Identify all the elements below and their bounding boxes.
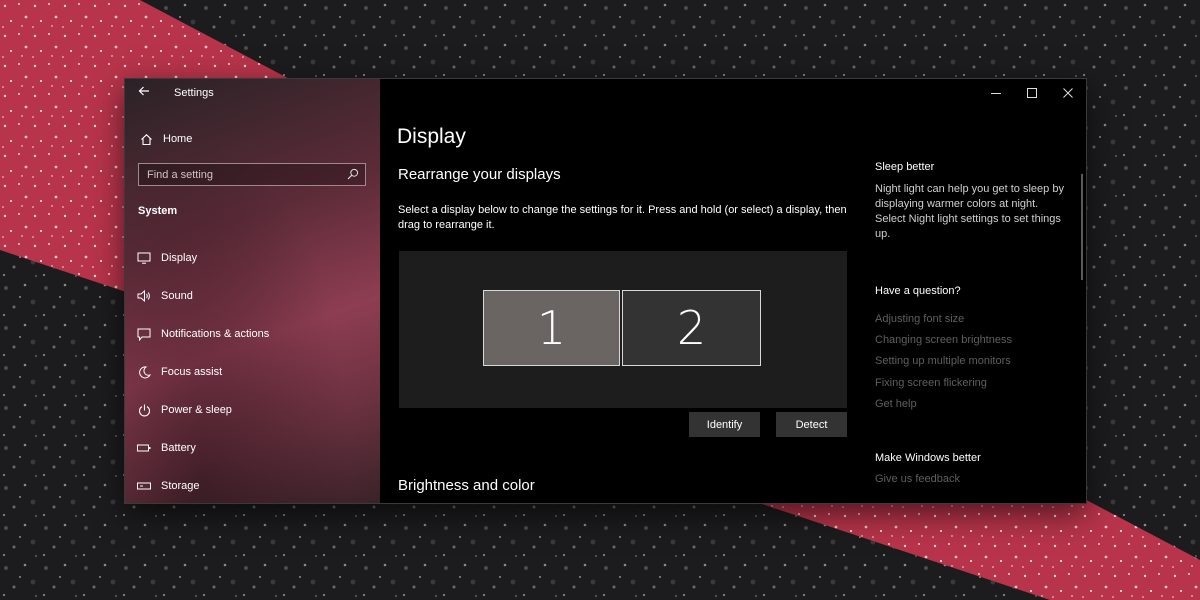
sidebar-item-display[interactable]: Display bbox=[137, 249, 197, 267]
sidebar-item-power-sleep[interactable]: Power & sleep bbox=[137, 401, 232, 419]
detect-button[interactable]: Detect bbox=[776, 412, 847, 437]
rearrange-instructions: Select a display below to change the set… bbox=[398, 204, 847, 231]
sidebar-item-label: Power & sleep bbox=[161, 404, 232, 416]
home-icon bbox=[139, 132, 153, 146]
sidebar-item-label: Notifications & actions bbox=[161, 328, 270, 340]
help-link-font-size[interactable]: Adjusting font size bbox=[875, 313, 964, 325]
sidebar-item-label: Home bbox=[163, 133, 193, 145]
page-title: Display bbox=[397, 125, 466, 148]
sleep-better-title: Sleep better bbox=[875, 161, 935, 173]
sidebar-item-battery[interactable]: Battery bbox=[137, 439, 196, 457]
power-icon bbox=[137, 403, 151, 417]
sidebar-item-sound[interactable]: Sound bbox=[137, 287, 193, 305]
help-link-brightness[interactable]: Changing screen brightness bbox=[875, 334, 1012, 346]
make-windows-better-title: Make Windows better bbox=[875, 452, 981, 464]
sidebar-item-label: Storage bbox=[161, 480, 200, 492]
storage-icon bbox=[137, 479, 151, 493]
search-icon bbox=[347, 168, 359, 180]
feedback-link[interactable]: Give us feedback bbox=[875, 473, 960, 485]
moon-icon bbox=[137, 365, 151, 379]
battery-icon bbox=[137, 441, 151, 455]
search-input[interactable] bbox=[139, 164, 347, 185]
titlebar: Settings bbox=[125, 79, 380, 107]
display-1-tile[interactable]: 1 bbox=[483, 290, 620, 366]
back-button[interactable] bbox=[135, 84, 153, 102]
get-help-link[interactable]: Get help bbox=[875, 398, 917, 410]
back-arrow-icon bbox=[138, 86, 149, 96]
help-link-flickering[interactable]: Fixing screen flickering bbox=[875, 377, 987, 389]
sidebar-item-home[interactable]: Home bbox=[139, 130, 192, 148]
help-link-multiple-monitors[interactable]: Setting up multiple monitors bbox=[875, 355, 1011, 367]
section-title: System bbox=[138, 205, 178, 217]
display-2-tile[interactable]: 2 bbox=[622, 290, 761, 366]
notification-icon bbox=[137, 327, 151, 341]
sleep-better-text: Night light can help you get to sleep by… bbox=[875, 183, 1064, 240]
app-title: Settings bbox=[174, 87, 214, 99]
sidebar-item-notifications[interactable]: Notifications & actions bbox=[137, 325, 269, 343]
speaker-icon bbox=[137, 289, 151, 303]
monitor-icon bbox=[137, 251, 151, 265]
search-box[interactable] bbox=[138, 163, 366, 186]
brightness-heading: Brightness and color bbox=[398, 477, 535, 494]
sidebar: Settings Home System Display bbox=[125, 79, 380, 503]
settings-window: Settings Home System Display bbox=[125, 79, 1086, 503]
scrollbar[interactable] bbox=[1081, 174, 1083, 280]
sidebar-item-storage[interactable]: Storage bbox=[137, 477, 200, 495]
display-arrangement-area[interactable]: 1 2 bbox=[399, 251, 847, 408]
sidebar-item-label: Battery bbox=[161, 442, 196, 454]
sidebar-item-label: Sound bbox=[161, 290, 193, 302]
identify-button[interactable]: Identify bbox=[689, 412, 760, 437]
sidebar-item-label: Focus assist bbox=[161, 366, 223, 378]
sidebar-item-label: Display bbox=[161, 252, 198, 264]
rearrange-heading: Rearrange your displays bbox=[398, 166, 561, 183]
sidebar-item-focus-assist[interactable]: Focus assist bbox=[137, 363, 222, 381]
main-content: Display Rearrange your displays Select a… bbox=[380, 79, 1086, 503]
question-title: Have a question? bbox=[875, 285, 961, 297]
